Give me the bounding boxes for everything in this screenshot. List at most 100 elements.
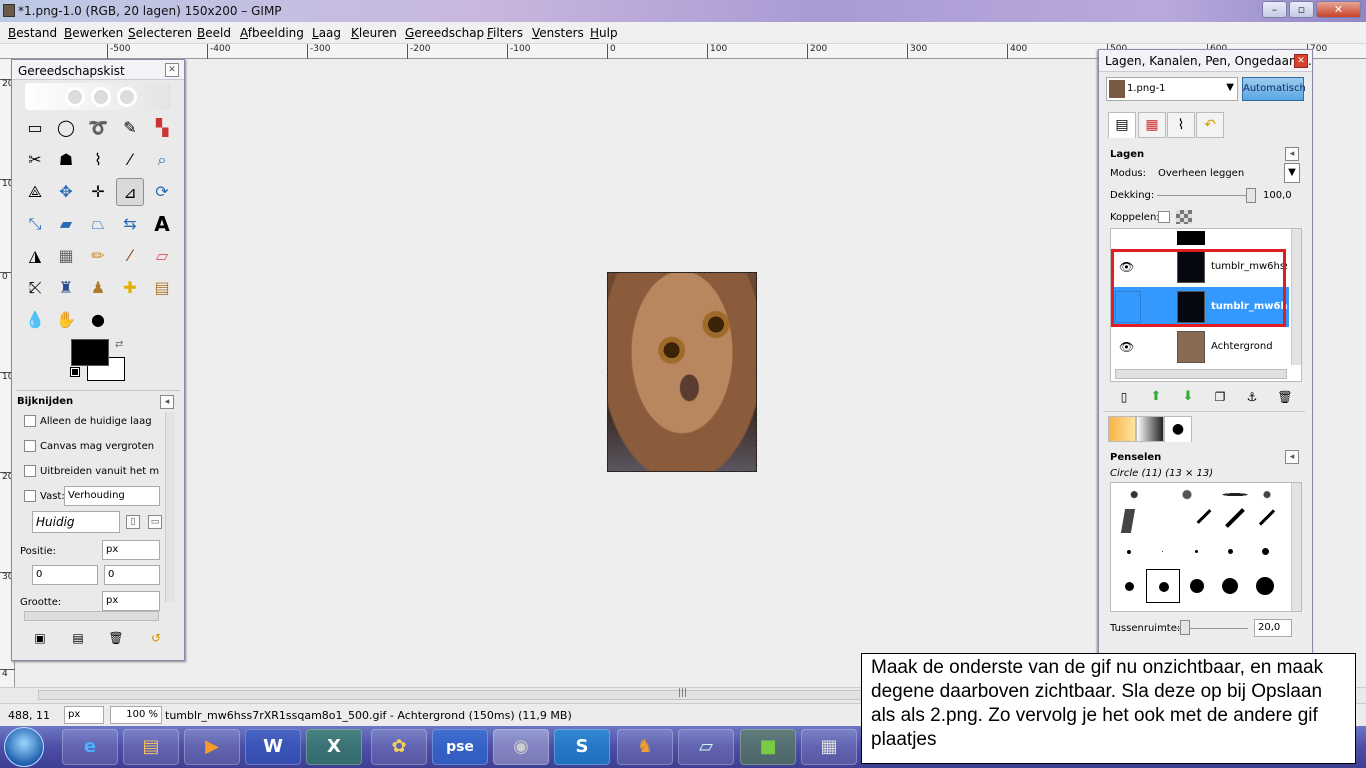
reset-options-icon[interactable]: ↺ xyxy=(142,624,170,652)
image-select[interactable]: 1.png-1 ▼ xyxy=(1106,77,1238,101)
maximize-button[interactable]: ▫ xyxy=(1289,1,1314,18)
layer-row[interactable]: 👁 Achtergrond xyxy=(1111,327,1289,367)
restore-options-icon[interactable]: ▤ xyxy=(64,624,92,652)
game-icon[interactable]: ♞ xyxy=(617,729,673,765)
minimize-button[interactable]: – xyxy=(1262,1,1287,18)
bucket-fill-icon[interactable]: ◮ xyxy=(21,242,49,270)
opacity-value[interactable]: 100,0 xyxy=(1263,190,1292,201)
options-scrollbar[interactable] xyxy=(165,412,175,602)
smudge-icon[interactable]: ✋ xyxy=(52,306,80,334)
auto-button[interactable]: Automatisch xyxy=(1242,77,1306,101)
close-button[interactable]: ✕ xyxy=(1316,1,1361,18)
fuzzy-select-icon[interactable]: ✎ xyxy=(116,114,144,142)
minecraft-icon[interactable]: ■ xyxy=(740,729,796,765)
image-canvas[interactable] xyxy=(607,272,757,472)
position-x-input[interactable]: 0 xyxy=(32,565,98,585)
fixed-checkbox[interactable] xyxy=(24,490,36,502)
patterns-tab-icon[interactable] xyxy=(1108,416,1136,442)
lower-layer-icon[interactable]: ⬇ xyxy=(1174,383,1202,411)
layer-list-scrollbar[interactable] xyxy=(1291,229,1301,365)
flip-icon[interactable]: ⇆ xyxy=(116,210,144,238)
paintbrush-icon[interactable]: ⁄ xyxy=(116,242,144,270)
heal-icon[interactable]: ✚ xyxy=(116,274,144,302)
rect-select-icon[interactable]: ▭ xyxy=(21,114,49,142)
allow-grow-checkbox[interactable] xyxy=(24,440,36,452)
crop-icon[interactable]: ⊿ xyxy=(116,178,144,206)
ellipse-select-icon[interactable]: ◯ xyxy=(52,114,80,142)
eye-icon[interactable]: 👁 xyxy=(1119,340,1134,354)
landscape-icon[interactable]: ▭ xyxy=(148,515,162,529)
menu-filters[interactable]: Filters xyxy=(487,26,523,40)
opacity-slider-handle[interactable] xyxy=(1246,188,1256,203)
menu-vensters[interactable]: Vensters xyxy=(532,26,584,40)
options-hscrollbar[interactable] xyxy=(24,611,159,621)
delete-layer-icon[interactable]: 🗑 xyxy=(1271,383,1299,411)
position-unit-select[interactable]: px xyxy=(102,540,160,560)
excel-icon[interactable]: X xyxy=(306,729,362,765)
notes-icon[interactable]: ▱ xyxy=(678,729,734,765)
ie-icon[interactable]: e xyxy=(62,729,118,765)
anchor-layer-icon[interactable]: ⚓ xyxy=(1238,383,1266,411)
paths-tab-icon[interactable]: ⌇ xyxy=(1167,112,1195,138)
default-colors-icon[interactable] xyxy=(70,367,80,377)
expand-center-checkbox[interactable] xyxy=(24,465,36,477)
explorer-icon[interactable]: ▤ xyxy=(123,729,179,765)
opacity-slider[interactable] xyxy=(1157,195,1255,196)
scale-icon[interactable]: ⤡ xyxy=(21,210,49,238)
word-icon[interactable]: W xyxy=(245,729,301,765)
skype-icon[interactable]: S xyxy=(554,729,610,765)
lasso-icon[interactable]: ➰ xyxy=(84,114,112,142)
channels-tab-icon[interactable]: ▦ xyxy=(1138,112,1166,138)
panel-menu-icon[interactable]: ◂ xyxy=(1285,147,1299,161)
new-layer-icon[interactable]: ▯ xyxy=(1110,383,1138,411)
measure-icon[interactable]: ⟁ xyxy=(21,178,49,206)
calculator-icon[interactable]: ▦ xyxy=(801,729,857,765)
brush-grid[interactable] xyxy=(1110,482,1302,612)
panel-menu-icon[interactable]: ◂ xyxy=(160,395,174,409)
save-options-icon[interactable]: ▣ xyxy=(26,624,54,652)
mode-select[interactable]: Overheen leggen ▼ xyxy=(1154,163,1300,183)
menu-beeld[interactable]: Beeld xyxy=(197,26,231,40)
zoom-icon[interactable]: ⌕ xyxy=(148,146,176,174)
close-icon[interactable]: ✕ xyxy=(165,63,179,77)
menu-selecteren[interactable]: Selecteren xyxy=(128,26,192,40)
gradients-tab-icon[interactable] xyxy=(1136,416,1164,442)
menu-bestand[interactable]: Bestand xyxy=(8,26,57,40)
gradient-icon[interactable]: ▦ xyxy=(52,242,80,270)
menu-afbeelding[interactable]: Afbeelding xyxy=(240,26,304,40)
zoom-select[interactable]: 100 % xyxy=(110,706,162,724)
menu-hulp[interactable]: Hulp xyxy=(590,26,618,40)
close-icon[interactable]: ✕ xyxy=(1294,54,1308,68)
paths-icon[interactable]: ⌇ xyxy=(84,146,112,174)
spacing-slider-handle[interactable] xyxy=(1180,620,1190,635)
perspective-clone-icon[interactable]: ▤ xyxy=(148,274,176,302)
media-player-icon[interactable]: ▶ xyxy=(184,729,240,765)
undo-tab-icon[interactable]: ↶ xyxy=(1196,112,1224,138)
shear-icon[interactable]: ▰ xyxy=(52,210,80,238)
unit-select[interactable]: px xyxy=(64,706,104,724)
text-icon[interactable]: A xyxy=(148,210,176,238)
brushes-tab-icon[interactable]: ● xyxy=(1164,416,1192,442)
paint-icon[interactable]: ✿ xyxy=(371,729,427,765)
layer-list-hscrollbar[interactable] xyxy=(1115,369,1287,379)
current-layer-checkbox[interactable] xyxy=(24,415,36,427)
panel-menu-icon[interactable]: ◂ xyxy=(1285,450,1299,464)
position-y-input[interactable]: 0 xyxy=(104,565,160,585)
menu-laag[interactable]: Laag xyxy=(312,26,341,40)
blur-icon[interactable]: 💧 xyxy=(21,306,49,334)
selected-brush[interactable] xyxy=(1146,569,1180,603)
brush-scrollbar[interactable] xyxy=(1291,483,1301,611)
scissors-icon[interactable]: ✂ xyxy=(21,146,49,174)
start-button[interactable] xyxy=(4,727,44,767)
move-icon[interactable]: ✥ xyxy=(52,178,80,206)
raise-layer-icon[interactable]: ⬆ xyxy=(1142,383,1170,411)
eraser-icon[interactable]: ▱ xyxy=(148,242,176,270)
swap-colors-icon[interactable]: ⇄ xyxy=(115,339,123,350)
rotate-icon[interactable]: ⟳ xyxy=(148,178,176,206)
menu-kleuren[interactable]: Kleuren xyxy=(351,26,397,40)
layers-tab-icon[interactable]: ▤ xyxy=(1108,112,1136,138)
pencil-icon[interactable]: ✏ xyxy=(84,242,112,270)
menu-bewerken[interactable]: Bewerken xyxy=(64,26,123,40)
ink-icon[interactable]: ♜ xyxy=(52,274,80,302)
align-icon[interactable]: ✛ xyxy=(84,178,112,206)
